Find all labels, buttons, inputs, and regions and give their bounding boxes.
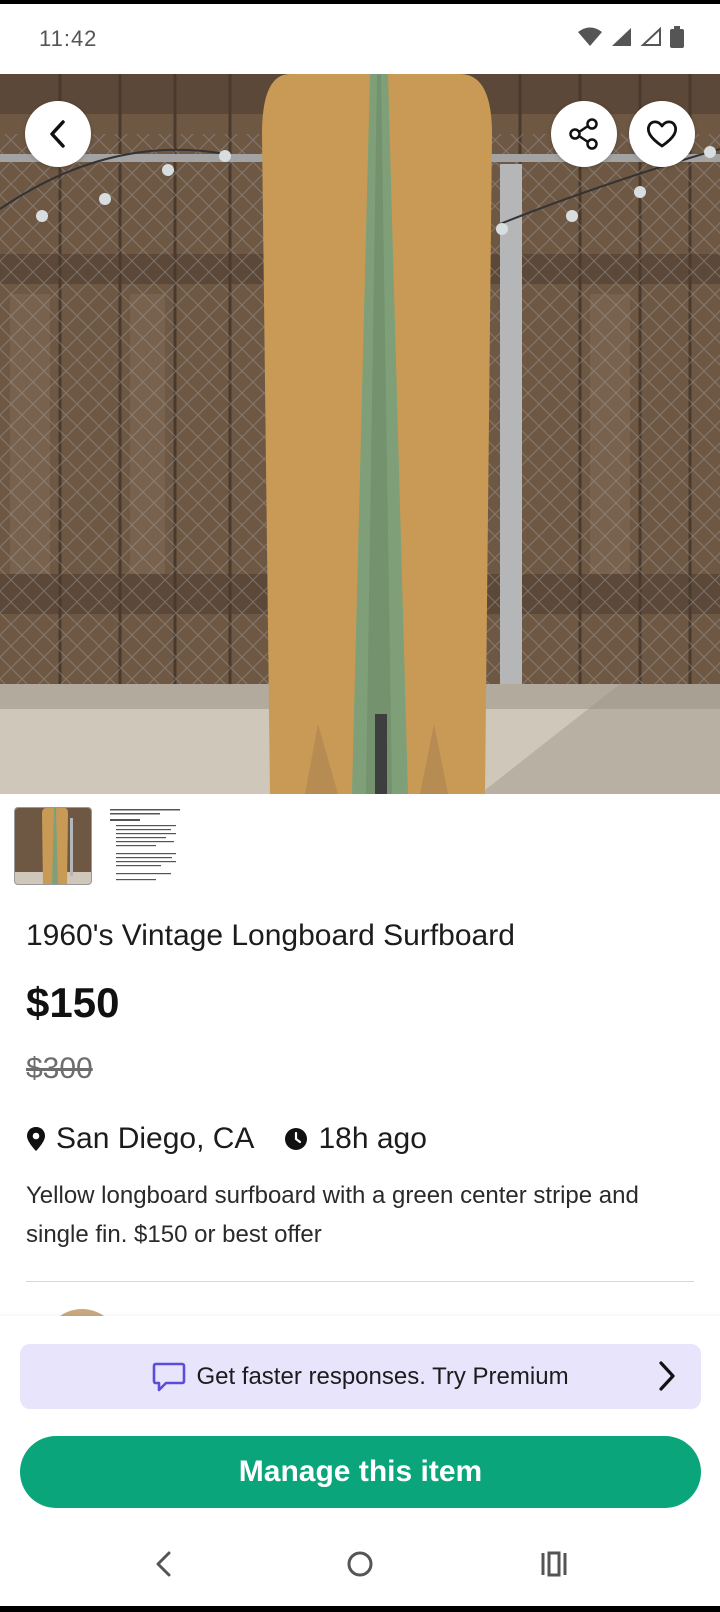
thumbnail-photo[interactable] — [14, 807, 92, 885]
nav-home-button[interactable] — [336, 1540, 384, 1588]
nav-home-icon — [347, 1551, 373, 1577]
status-bar: 11:42 — [0, 4, 720, 74]
back-icon — [50, 120, 65, 148]
thumbnail-strip — [14, 807, 184, 885]
chevron-right-icon — [659, 1361, 675, 1391]
thumbnail-document[interactable] — [106, 807, 184, 885]
listing-description: Yellow longboard surfboard with a green … — [26, 1182, 639, 1248]
signal-empty-icon — [640, 27, 661, 46]
document-thumb — [106, 807, 184, 885]
surfboard-thumb — [15, 808, 91, 884]
location-pin-icon — [27, 1127, 45, 1151]
share-button[interactable] — [551, 101, 617, 167]
posted-text: 18h ago — [318, 1122, 427, 1155]
battery-icon — [670, 26, 684, 48]
nav-recents-icon — [541, 1551, 567, 1577]
system-nav-bar — [0, 1522, 720, 1606]
posted-time: 18h ago — [284, 1122, 427, 1156]
clock-icon — [285, 1128, 308, 1150]
location[interactable]: San Diego, CA — [26, 1122, 254, 1156]
location-text: San Diego, CA — [56, 1122, 255, 1155]
share-icon — [569, 118, 598, 150]
nav-recents-button[interactable] — [530, 1540, 578, 1588]
chat-bubble-icon — [153, 1362, 186, 1391]
hero-image[interactable] — [0, 74, 720, 794]
premium-text: Get faster responses. Try Premium — [196, 1362, 569, 1390]
status-icons — [578, 26, 684, 48]
nav-back-icon — [156, 1551, 171, 1577]
status-time: 11:42 — [39, 26, 98, 51]
screen: 11:42 1960's Vintage Longboard Surfboard… — [0, 4, 720, 1606]
listing-price: $150 — [26, 979, 120, 1026]
wifi-icon — [578, 27, 602, 46]
premium-banner[interactable]: Get faster responses. Try Premium — [20, 1344, 701, 1409]
listing-meta: San Diego, CA 18h ago — [26, 1122, 457, 1156]
manage-item-button[interactable]: Manage this item — [20, 1436, 701, 1508]
nav-back-button[interactable] — [140, 1540, 188, 1588]
signal-icon — [612, 28, 631, 46]
heart-icon — [646, 120, 678, 148]
favorite-button[interactable] — [629, 101, 695, 167]
divider — [26, 1281, 694, 1282]
surfboard-photo — [0, 74, 720, 794]
back-button[interactable] — [25, 101, 91, 167]
listing-title: 1960's Vintage Longboard Surfboard — [26, 919, 515, 952]
original-price: $300 — [26, 1052, 93, 1085]
